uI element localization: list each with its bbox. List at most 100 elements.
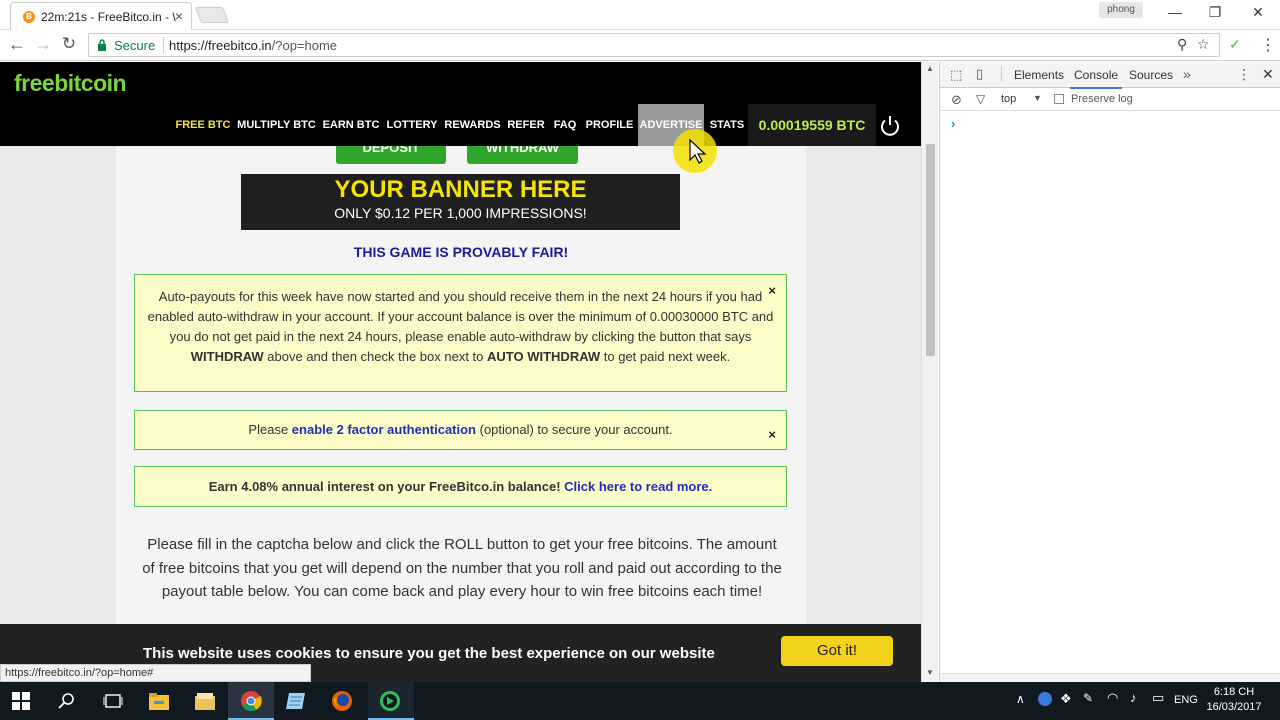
notice1-text-3: to get paid next week. [600, 349, 731, 364]
context-selector[interactable]: top [1001, 93, 1016, 105]
volume-icon[interactable]: ♪ [1130, 690, 1137, 705]
browser-tab[interactable]: B 22m:21s - FreeBitco.in - \ × [10, 2, 192, 30]
devtools-panel: ⬚ ▯ Elements Console Sources » ⋮ ✕ ⊘ ▽ t… [939, 62, 1280, 682]
banner-subtitle: ONLY $0.12 PER 1,000 IMPRESSIONS! [334, 205, 587, 221]
dropbox-icon[interactable]: ❖ [1060, 691, 1072, 707]
input-method-icon[interactable]: ✎ [1083, 691, 1093, 705]
interest-notice: Earn 4.08% annual interest on your FreeB… [134, 466, 787, 507]
console-toolbar: ⊘ ▽ top ▼ Preserve log [940, 89, 1280, 111]
recorder-app-icon[interactable] [379, 690, 401, 712]
tray-app-icon[interactable] [1038, 692, 1052, 706]
ad-banner[interactable]: YOUR BANNER HERE ONLY $0.12 PER 1,000 IM… [241, 174, 680, 230]
file-explorer-icon[interactable] [148, 691, 170, 711]
auto-payout-notice: Auto-payouts for this week have now star… [134, 274, 787, 392]
restore-icon[interactable]: ❐ [1200, 4, 1230, 21]
device-toggle-icon[interactable]: ▯ [976, 66, 983, 82]
page-scrollbar[interactable]: ▲ ▼ [921, 62, 938, 682]
address-bar[interactable]: Secure https://freebitco.in/?op=home ⚲ ☆ [88, 33, 1220, 57]
banner-title: YOUR BANNER HERE [334, 176, 587, 203]
chrome-menu-icon[interactable]: ⋮ [1260, 35, 1276, 55]
devtools-footer [940, 673, 1280, 682]
reload-icon[interactable]: ↻ [58, 34, 80, 54]
console-prompt[interactable]: › [951, 116, 955, 131]
website-viewport: DEPOSIT WITHDRAW YOUR BANNER HERE ONLY $… [0, 62, 921, 682]
withdraw-button[interactable]: WITHDRAW [467, 146, 578, 164]
new-tab-button[interactable] [195, 7, 229, 23]
two-factor-notice: Please enable 2 factor authentication (o… [134, 410, 787, 450]
notice1-text-1: Auto-payouts for this week have now star… [147, 289, 774, 344]
site-header: freebitcoin FREE BTC MULTIPLY BTC EARN B… [0, 62, 921, 146]
bitcoin-favicon-icon: B [23, 11, 35, 23]
preserve-log-checkbox[interactable] [1054, 94, 1064, 104]
wifi-icon[interactable]: ◠ [1107, 690, 1118, 706]
url-host: https://freebitco.in [169, 38, 272, 53]
nav-free-btc[interactable]: FREE BTC [174, 104, 232, 146]
nav-faq[interactable]: FAQ [550, 104, 580, 146]
notification-icon[interactable]: ▭ [1152, 690, 1164, 706]
task-view-icon[interactable] [103, 692, 123, 710]
window-close-icon[interactable]: ✕ [1243, 4, 1273, 21]
tab-sources[interactable]: Sources [1129, 68, 1173, 82]
context-dropdown-icon[interactable]: ▼ [1033, 93, 1042, 103]
cookie-accept-button[interactable]: Got it! [781, 636, 893, 666]
devtools-close-icon[interactable]: ✕ [1262, 66, 1274, 83]
notice1-close-icon[interactable]: × [768, 281, 776, 301]
tray-chevron-icon[interactable]: ∧ [1016, 692, 1025, 706]
provably-fair-link[interactable]: THIS GAME IS PROVABLY FAIR! [116, 244, 806, 260]
extension-check-icon[interactable]: ✓ [1229, 36, 1241, 53]
chrome-icon[interactable] [240, 690, 262, 712]
tab-close-icon[interactable]: × [175, 8, 183, 24]
tab-elements[interactable]: Elements [1014, 68, 1064, 82]
nav-rewards[interactable]: REWARDS [443, 104, 502, 146]
nav-multiply-btc[interactable]: MULTIPLY BTC [234, 104, 319, 146]
scroll-down-icon[interactable]: ▼ [926, 668, 934, 677]
site-logo[interactable]: freebitcoin [14, 70, 127, 97]
notice2-close-icon[interactable]: × [768, 416, 776, 454]
bookmark-star-icon[interactable]: ☆ [1197, 36, 1210, 53]
logout-power-icon[interactable] [878, 114, 902, 138]
nav-refer[interactable]: REFER [505, 104, 547, 146]
browser-toolbar: ← → ↻ Secure https://freebitco.in/?op=ho… [0, 30, 1280, 61]
notice2-suffix: (optional) to secure your account. [476, 422, 673, 437]
taskbar-clock[interactable]: 6:18 CH 16/03/2017 [1204, 685, 1264, 715]
language-indicator[interactable]: ENG [1174, 694, 1198, 706]
profile-chip[interactable]: phong [1099, 2, 1143, 18]
forward-icon[interactable]: → [32, 34, 54, 55]
secure-label: Secure [114, 38, 156, 53]
search-icon[interactable] [58, 692, 76, 710]
clear-console-icon[interactable]: ⊘ [951, 92, 962, 108]
enable-2fa-link[interactable]: enable 2 factor authentication [292, 422, 476, 437]
deposit-button[interactable]: DEPOSIT [336, 146, 446, 164]
game-description: Please fill in the captcha below and cli… [142, 536, 782, 600]
clock-time: 6:18 CH [1213, 686, 1255, 698]
filter-icon[interactable]: ▽ [976, 92, 985, 106]
interest-text: Earn 4.08% annual interest on your FreeB… [208, 479, 565, 494]
firefox-icon[interactable] [331, 690, 353, 712]
scroll-up-icon[interactable]: ▲ [926, 64, 934, 73]
cursor-highlight-icon [673, 129, 717, 173]
nav-profile[interactable]: PROFILE [583, 104, 636, 146]
devtools-menu-icon[interactable]: ⋮ [1237, 66, 1251, 83]
folder-icon[interactable] [194, 691, 216, 711]
preserve-log-label: Preserve log [1071, 93, 1133, 105]
btc-balance: 0.00019559 BTC [748, 104, 876, 146]
back-icon[interactable]: ← [6, 34, 28, 55]
scrollbar-thumb[interactable] [926, 144, 935, 356]
devtools-divider [1001, 66, 1002, 82]
nav-lottery[interactable]: LOTTERY [384, 104, 440, 146]
devtools-tabbar: ⬚ ▯ Elements Console Sources » ⋮ ✕ [940, 62, 1280, 89]
key-icon[interactable]: ⚲ [1177, 36, 1187, 53]
notepad-icon[interactable] [285, 691, 307, 711]
more-tabs-icon[interactable]: » [1183, 66, 1191, 82]
read-more-link[interactable]: Click here to read more. [564, 479, 712, 494]
status-bar-url: https://freebitco.in/?op=home# [0, 664, 311, 682]
windows-start-icon[interactable] [12, 692, 30, 710]
omnibox-divider [163, 37, 164, 53]
minimize-icon[interactable]: — [1160, 4, 1190, 20]
inspect-element-icon[interactable]: ⬚ [950, 67, 962, 83]
nav-earn-btc[interactable]: EARN BTC [321, 104, 381, 146]
url-text[interactable]: https://freebitco.in/?op=home [169, 38, 337, 53]
notice1-bold-withdraw: WITHDRAW [190, 349, 264, 364]
tab-console[interactable]: Console [1069, 68, 1123, 89]
notice2-prefix: Please [248, 422, 292, 437]
